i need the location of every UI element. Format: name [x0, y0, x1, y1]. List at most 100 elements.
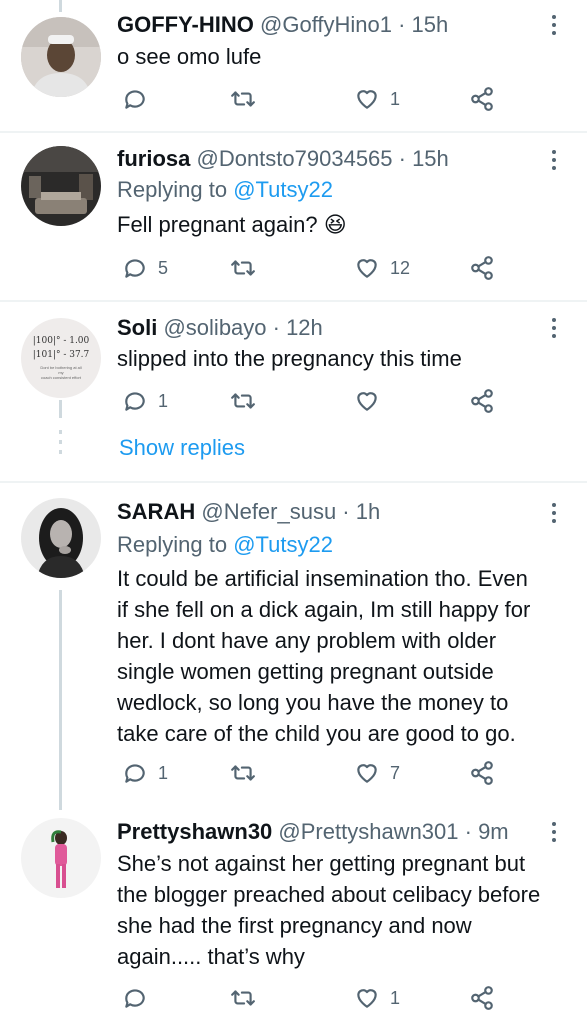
display-name[interactable]: GOFFY-HINO	[117, 12, 254, 37]
retweet-button[interactable]	[230, 759, 256, 787]
replying-to-prefix: Replying to	[117, 177, 234, 202]
more-icon[interactable]	[551, 150, 557, 174]
reply-button[interactable]	[122, 85, 158, 113]
thread-connector	[59, 590, 62, 810]
retweet-icon	[231, 393, 255, 409]
like-count: 7	[390, 762, 401, 783]
avatar-text: |101|° - 37.7	[32, 350, 90, 360]
heart-icon	[357, 989, 377, 1008]
share-button[interactable]	[469, 254, 495, 282]
tweet-header: Prettyshawn30 @Prettyshawn301 · 9m	[117, 819, 509, 845]
reply-button[interactable]: 1	[122, 387, 168, 415]
share-button[interactable]	[469, 984, 495, 1012]
share-button[interactable]	[469, 759, 495, 787]
reply-count: 1	[158, 762, 169, 783]
tweet-header: SARAH @Nefer_susu · 1h	[117, 499, 380, 525]
reply-icon	[125, 90, 145, 109]
handle-and-time: @Nefer_susu · 1h	[201, 499, 381, 524]
reply-button[interactable]	[122, 984, 158, 1012]
heart-icon	[357, 90, 377, 109]
like-count: 1	[390, 987, 401, 1008]
reply-icon	[125, 764, 145, 783]
tweet-text-line: single women getting pregnant outside	[117, 659, 494, 684]
tweet-text: She’s not against her getting pregnant b…	[117, 848, 577, 972]
show-replies-link[interactable]: Show replies	[119, 435, 245, 461]
heart-icon	[357, 392, 377, 411]
replying-to: Replying to @Tutsy22	[117, 532, 333, 558]
heart-icon	[357, 764, 377, 783]
retweet-button[interactable]	[230, 254, 256, 282]
avatar[interactable]	[21, 498, 101, 578]
tweet-actions: 1	[117, 984, 507, 1012]
like-button[interactable]: 7	[354, 759, 400, 787]
share-icon	[471, 986, 493, 1010]
handle-and-time: @GoffyHino1 · 15h	[260, 12, 449, 37]
tweet-text-line: It could be artificial insemination tho.…	[117, 566, 528, 591]
replying-to-link[interactable]: @Tutsy22	[233, 177, 333, 202]
thread-dotted-connector	[59, 430, 62, 460]
display-name[interactable]: Soli	[117, 315, 157, 340]
tweet-text-line: her. I dont have any problem with older	[117, 628, 497, 653]
heart-icon	[357, 259, 377, 278]
reply-icon	[125, 259, 145, 278]
tweet-text: Fell pregnant again? 😆	[117, 212, 347, 237]
tweet-text-line: again..... that’s why	[117, 944, 305, 969]
retweet-button[interactable]	[230, 85, 256, 113]
display-name[interactable]: SARAH	[117, 499, 195, 524]
tweet-text-line: the blogger preached about celibacy befo…	[117, 882, 541, 907]
tweet-actions: 1 7	[117, 759, 507, 787]
more-icon[interactable]	[551, 822, 557, 846]
share-button[interactable]	[469, 85, 495, 113]
tweet-text-line: She’s not against her getting pregnant b…	[117, 851, 526, 876]
retweet-icon	[231, 260, 255, 276]
display-name[interactable]: furiosa	[117, 146, 190, 171]
divider	[0, 481, 587, 483]
share-icon	[471, 87, 493, 111]
tweet-header: furiosa @Dontsto79034565 · 15h	[117, 146, 449, 172]
replying-to-link[interactable]: @Tutsy22	[233, 532, 333, 557]
tweet-text: o see omo lufe	[117, 44, 262, 69]
handle-and-time: @Prettyshawn301 · 9m	[278, 819, 509, 844]
tweet-text-line: wedlock, so long you have the money to	[117, 690, 509, 715]
thread-connector	[59, 400, 62, 418]
thread-connector	[59, 0, 62, 12]
share-button[interactable]	[469, 387, 495, 415]
share-icon	[471, 389, 493, 413]
reply-icon	[125, 392, 145, 411]
tweet-actions: 1	[117, 387, 507, 415]
avatar[interactable]	[21, 146, 101, 226]
retweet-button[interactable]	[230, 387, 256, 415]
retweet-icon	[231, 91, 255, 107]
divider	[0, 131, 587, 133]
reply-icon	[125, 989, 145, 1008]
like-button[interactable]: 1	[354, 85, 400, 113]
replying-to: Replying to @Tutsy22	[117, 177, 333, 203]
avatar[interactable]: |100|° - 1.00 |101|° - 37.7 Dont be both…	[21, 318, 101, 398]
reply-button[interactable]: 1	[122, 759, 168, 787]
display-name[interactable]: Prettyshawn30	[117, 819, 272, 844]
tweet-text-line: take care of the child you are good to g…	[117, 721, 516, 746]
tweet-header: GOFFY-HINO @GoffyHino1 · 15h	[117, 12, 448, 38]
tweet-text-line: if she fell on a dick again, Im still ha…	[117, 597, 531, 622]
like-count: 1	[390, 88, 401, 109]
avatar[interactable]	[21, 17, 101, 97]
more-icon[interactable]	[551, 15, 557, 39]
avatar[interactable]	[21, 818, 101, 898]
tweet-actions: 5 12	[117, 254, 507, 282]
like-button[interactable]: 12	[354, 254, 410, 282]
tweet-text: slipped into the pregnancy this time	[117, 346, 462, 371]
tweet-header: Soli @solibayo · 12h	[117, 315, 323, 341]
like-count: 12	[390, 257, 411, 278]
more-icon[interactable]	[551, 503, 557, 527]
handle-and-time: @solibayo · 12h	[163, 315, 323, 340]
like-button[interactable]: 1	[354, 984, 400, 1012]
reply-button[interactable]: 5	[122, 254, 168, 282]
handle-and-time: @Dontsto79034565 · 15h	[196, 146, 449, 171]
more-icon[interactable]	[551, 318, 557, 342]
retweet-button[interactable]	[230, 984, 256, 1012]
retweet-icon	[231, 765, 255, 781]
replying-to-prefix: Replying to	[117, 532, 234, 557]
tweet-text-line: she had the first pregnancy and now	[117, 913, 472, 938]
reply-count: 5	[158, 257, 169, 278]
like-button[interactable]	[354, 387, 380, 415]
